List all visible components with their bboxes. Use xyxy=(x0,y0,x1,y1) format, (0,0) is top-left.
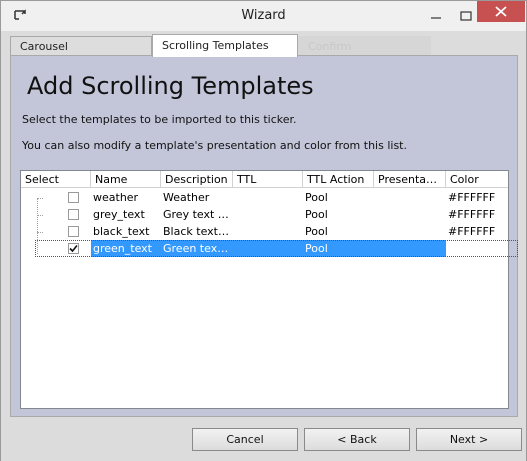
wizard-footer: Cancel < Back Next > xyxy=(1,419,526,461)
select-checkbox[interactable] xyxy=(68,243,79,254)
close-icon xyxy=(495,6,507,17)
maximize-icon[interactable] xyxy=(459,9,473,23)
presentation-cell[interactable] xyxy=(374,240,446,257)
ttl-action-cell[interactable]: Pool xyxy=(303,206,374,223)
column-header-ttl-action[interactable]: TTL Action xyxy=(303,171,374,188)
table-row-selected[interactable]: green_text Green tex… Pool xyxy=(21,240,518,257)
table-row[interactable]: grey_text Grey text … Pool #FFFFFF xyxy=(21,206,508,223)
content-panel: Add Scrolling Templates Select the templ… xyxy=(10,55,518,417)
presentation-cell[interactable] xyxy=(374,223,446,240)
name-cell: green_text xyxy=(93,242,152,255)
color-cell[interactable]: #FFFFFF xyxy=(446,189,508,206)
column-header-ttl[interactable]: TTL xyxy=(233,171,303,188)
ttl-action-cell[interactable]: Pool xyxy=(303,240,374,257)
color-cell[interactable]: #FFFFFF xyxy=(446,206,508,223)
column-header-select[interactable]: Select xyxy=(21,171,91,188)
minimize-icon[interactable] xyxy=(429,9,443,23)
name-cell: weather xyxy=(93,191,139,204)
ttl-cell[interactable] xyxy=(233,240,303,257)
tab-strip: Carousel Scrolling Templates Confirm xyxy=(10,34,518,57)
ttl-action-cell[interactable]: Pool xyxy=(303,223,374,240)
next-button[interactable]: Next > xyxy=(416,428,522,451)
select-checkbox[interactable] xyxy=(68,192,79,203)
templates-grid[interactable]: Select Name Description TTL TTL Action P… xyxy=(20,170,518,409)
select-checkbox[interactable] xyxy=(68,226,79,237)
close-button[interactable] xyxy=(477,1,525,22)
instruction-text: Select the templates to be imported to t… xyxy=(22,113,297,126)
column-header-color[interactable]: Color xyxy=(446,171,508,188)
select-checkbox[interactable] xyxy=(68,209,79,220)
window-title: Wizard xyxy=(241,8,286,23)
name-cell: grey_text xyxy=(93,208,145,221)
ttl-cell[interactable] xyxy=(233,206,303,223)
tab-confirm: Confirm xyxy=(298,36,431,56)
checkmark-icon xyxy=(69,244,78,253)
table-row[interactable]: weather Weather Pool #FFFFFF xyxy=(21,189,508,206)
column-header-presentation[interactable]: Presenta… xyxy=(374,171,446,188)
tab-scrolling-templates[interactable]: Scrolling Templates xyxy=(152,34,298,57)
name-cell: black_text xyxy=(93,225,150,238)
description-cell: Black text… xyxy=(163,225,229,238)
column-header-description[interactable]: Description xyxy=(161,171,233,188)
cancel-button[interactable]: Cancel xyxy=(192,428,298,451)
tab-carousel[interactable]: Carousel xyxy=(10,36,152,56)
ttl-cell[interactable] xyxy=(233,189,303,206)
color-cell[interactable] xyxy=(446,240,508,257)
instruction-text-secondary: You can also modify a template's present… xyxy=(22,139,407,152)
presentation-cell[interactable] xyxy=(374,189,446,206)
color-cell[interactable]: #FFFFFF xyxy=(446,223,508,240)
table-row[interactable]: black_text Black text… Pool #FFFFFF xyxy=(21,223,508,240)
ttl-action-cell[interactable]: Pool xyxy=(303,189,374,206)
column-header-name[interactable]: Name xyxy=(91,171,161,188)
page-title: Add Scrolling Templates xyxy=(27,72,314,100)
description-cell: Grey text … xyxy=(163,208,229,221)
ttl-cell[interactable] xyxy=(233,223,303,240)
title-bar[interactable]: Wizard xyxy=(1,1,526,31)
back-button[interactable]: < Back xyxy=(304,428,410,451)
presentation-cell[interactable] xyxy=(374,206,446,223)
wizard-window: Wizard Carousel Scrolling Templates Conf… xyxy=(0,0,527,461)
description-cell: Green tex… xyxy=(163,242,229,255)
description-cell: Weather xyxy=(163,191,210,204)
